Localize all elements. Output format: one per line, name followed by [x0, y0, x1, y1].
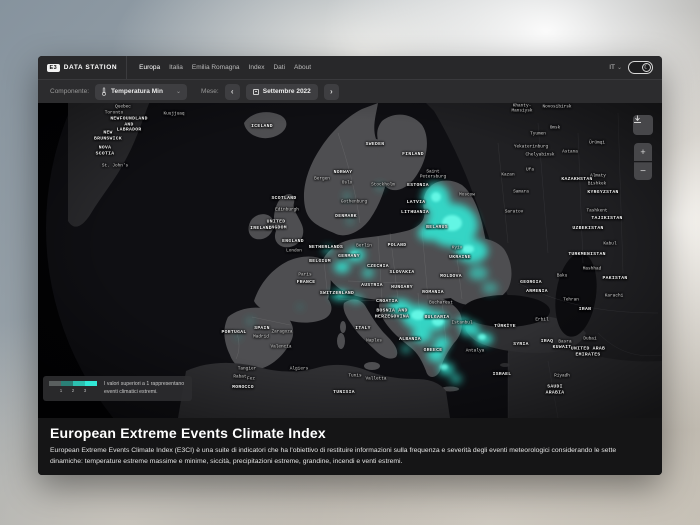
navbar: E3 DATA STATION Europa Italia Emilia Romag… — [38, 56, 662, 79]
control-bar: Componente: Temperatura Min ⌄ Mese: ‹ Se… — [38, 79, 662, 103]
calendar-icon — [253, 89, 259, 95]
map-graphic — [38, 103, 662, 418]
zoom-out-icon: − — [640, 166, 646, 177]
logo-badge: E3 — [47, 64, 60, 72]
app-window: E3 DATA STATION Europa Italia Emilia Romag… — [38, 56, 662, 475]
previous-month-button[interactable]: ‹ — [225, 84, 240, 100]
nav-right: IT ⌄ ☾ — [609, 61, 662, 74]
theme-toggle[interactable]: ☾ — [628, 61, 653, 74]
nav-item-index[interactable]: Index — [249, 64, 265, 71]
chevron-down-icon: ⌄ — [176, 88, 181, 95]
download-icon — [633, 115, 642, 124]
language-label: IT — [609, 64, 615, 71]
component-dropdown[interactable]: Temperatura Min ⌄ — [95, 84, 187, 100]
download-button[interactable] — [633, 115, 653, 135]
logo-text: DATA STATION — [64, 64, 117, 71]
month-label: Mese: — [201, 88, 219, 95]
legend-scale: 123 — [49, 381, 97, 393]
nav-item-emilia-romagna[interactable]: Emilia Romagna — [192, 64, 240, 71]
legend-tick: 2 — [67, 388, 79, 393]
legend-tick: 1 — [55, 388, 67, 393]
legend-ticks: 123 — [49, 386, 97, 393]
zoom-in-button[interactable]: + — [634, 143, 652, 161]
map-vignette — [38, 103, 662, 418]
month-picker[interactable]: Settembre 2022 — [246, 84, 318, 100]
nav-item-about[interactable]: About — [294, 64, 311, 71]
component-value: Temperatura Min — [111, 88, 163, 95]
map-legend: 123 I valori superiori a 1 rappresentano… — [43, 376, 192, 401]
chevron-right-icon: › — [330, 87, 333, 96]
zoom-out-button[interactable]: − — [634, 162, 652, 180]
language-selector[interactable]: IT ⌄ — [609, 64, 622, 71]
nav-menu: Europa Italia Emilia Romagna Index Dati About — [127, 64, 311, 71]
nav-item-dati[interactable]: Dati — [273, 64, 285, 71]
next-month-button[interactable]: › — [324, 84, 339, 100]
legend-caption: I valori superiori a 1 rappresentano eve… — [104, 381, 184, 397]
moon-icon: ☾ — [642, 63, 651, 72]
chevron-down-icon: ⌄ — [617, 64, 622, 71]
component-label: Componente: — [50, 88, 89, 95]
zoom-in-icon: + — [640, 147, 645, 157]
map-canvas[interactable]: ICELANDNORWAYSWEDENFINLANDESTONIALATVIAL… — [38, 103, 662, 418]
nav-item-italia[interactable]: Italia — [169, 64, 183, 71]
thermometer-icon — [101, 87, 107, 96]
logo[interactable]: E3 DATA STATION — [38, 56, 127, 79]
info-section: European Extreme Events Climate Index Eu… — [38, 418, 662, 475]
month-value: Settembre 2022 — [263, 88, 311, 95]
legend-tick: 3 — [79, 388, 91, 393]
nav-item-europa[interactable]: Europa — [139, 64, 160, 71]
clouds-background: E3 DATA STATION Europa Italia Emilia Romag… — [0, 0, 700, 525]
chevron-left-icon: ‹ — [231, 87, 234, 96]
page-title: European Extreme Events Climate Index — [50, 425, 650, 441]
page-description: European Extreme Events Climate Index (E… — [50, 446, 650, 468]
